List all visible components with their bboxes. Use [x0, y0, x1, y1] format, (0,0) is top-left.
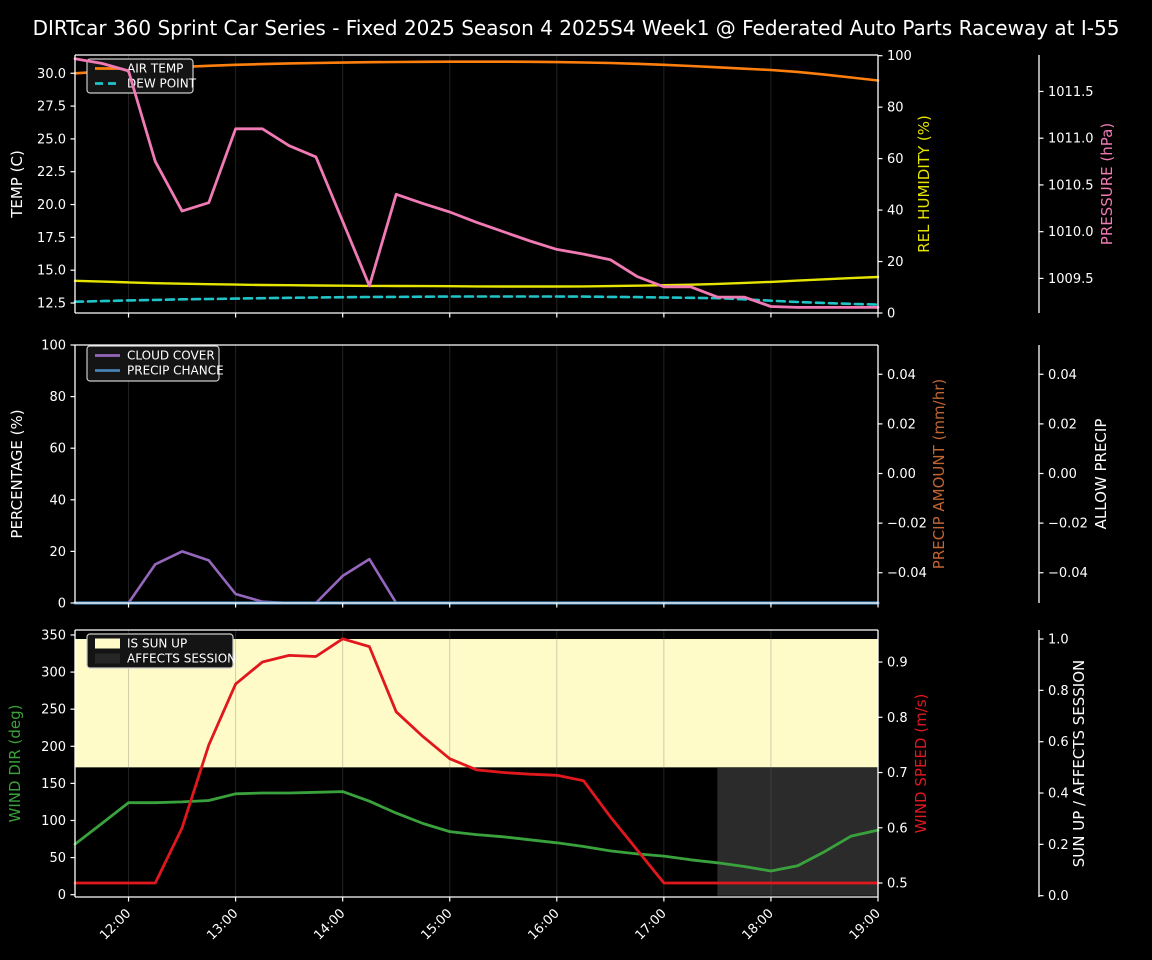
tick-label: 20 — [49, 545, 66, 560]
tick-label: 0.02 — [887, 417, 916, 432]
axis-pressure-hpa-: 1011.5 1011.0 1010.5 1010.0 1009.5 PRESSURE (… — [1039, 85, 1116, 287]
tick-label: 80 — [49, 390, 66, 405]
tick-label: 100 — [887, 49, 912, 64]
legend-label-is-sun-up: IS SUN UP — [127, 637, 187, 651]
legend-label-cloud-cover: CLOUD COVER — [127, 349, 215, 363]
tick-label: 1010.0 — [1048, 225, 1094, 240]
tick-label: 0.02 — [1048, 417, 1077, 432]
tick-label: 1010.5 — [1048, 178, 1094, 193]
axis-title: WIND DIR (deg) — [6, 705, 24, 823]
subplot-wind-sun: IS SUN UPAFFECTS SESSION 350 300 250 200 150 1… — [6, 628, 1088, 943]
forecast-charts: AIR TEMPDEW POINT 30.0 27.5 25.0 22.5 20.0 17.… — [6, 49, 1116, 943]
tick-label: 20.0 — [37, 198, 66, 213]
tick-label: 12.5 — [37, 297, 66, 312]
tick-label: 0.04 — [887, 368, 916, 383]
tick-label: 0.00 — [887, 467, 916, 482]
axis-precip-amount-mm-hr-: 0.04 0.02 0.00 −0.02 −0.04PRECIP AMOUNT (mm/… — [878, 368, 948, 581]
x-tick-label-14-00: 14:00 — [311, 906, 348, 943]
x-tick-label-13-00: 13:00 — [204, 906, 241, 943]
tick-label: 80 — [887, 101, 904, 116]
legend-swatch-affects-session — [95, 653, 120, 664]
tick-label: 100 — [41, 339, 66, 354]
x-tick-label-19-00: 19:00 — [847, 906, 884, 943]
series-line-pressure — [73, 57, 880, 309]
axis-temp-c-: 30.0 27.5 25.0 22.5 20.0 17.5 15.0 12.5 TEMP (C) — [8, 67, 75, 312]
axis-title: ALLOW PRECIP — [1092, 419, 1110, 530]
x-tick-label-12-00: 12:00 — [97, 906, 134, 943]
tick-label: 0.4 — [1048, 787, 1069, 802]
legend-label-air-temp: AIR TEMP — [127, 62, 183, 76]
x-tick-label-18-00: 18:00 — [740, 906, 777, 943]
tick-label: 0.00 — [1048, 467, 1077, 482]
tick-label: 1009.5 — [1048, 272, 1094, 287]
tick-label: 0.8 — [887, 711, 908, 726]
tick-label: 50 — [49, 851, 66, 866]
tick-label: 60 — [887, 152, 904, 167]
weather-forecast-figure: DIRTcar 360 Sprint Car Series - Fixed 20… — [0, 0, 1152, 960]
tick-label: 0.7 — [887, 766, 908, 781]
tick-label: 250 — [41, 703, 66, 718]
tick-label: 1.0 — [1048, 633, 1069, 648]
tick-label: 0.6 — [1048, 735, 1069, 750]
tick-label: 0.5 — [887, 877, 908, 892]
axis-wind-dir-deg-: 350 300 250 200 150 100 50 0 WIND DIR (deg) — [6, 628, 75, 903]
series-line-rel-humidity — [73, 275, 880, 288]
tick-label: −0.04 — [1048, 566, 1088, 581]
axis-rel-humidity-: 100 80 60 40 20 0 REL HUMIDITY (%) — [878, 49, 933, 322]
legend-label-dew-point: DEW POINT — [127, 77, 197, 91]
legend-label-affects-session: AFFECTS SESSION — [127, 652, 236, 666]
tick-label: 40 — [887, 204, 904, 219]
tick-label: 100 — [41, 814, 66, 829]
legend-swatch-is-sun-up — [95, 638, 120, 649]
axis-title: TEMP (C) — [8, 150, 26, 219]
tick-label: −0.04 — [887, 566, 927, 581]
axis-title: REL HUMIDITY (%) — [915, 115, 933, 253]
subplot-temp-humidity-pressure: AIR TEMPDEW POINT 30.0 27.5 25.0 22.5 20.0 17.… — [8, 49, 1116, 321]
axis-title: PRESSURE (hPa) — [1098, 123, 1116, 245]
tick-label: 0 — [887, 307, 895, 322]
tick-label: 0.2 — [1048, 838, 1069, 853]
tick-label: 0.8 — [1048, 684, 1069, 699]
tick-label: 150 — [41, 777, 66, 792]
tick-label: 60 — [49, 442, 66, 457]
tick-label: 0.6 — [887, 821, 908, 836]
series-line-cloud-cover — [73, 550, 880, 605]
tick-label: 200 — [41, 740, 66, 755]
tick-label: 1011.0 — [1048, 132, 1094, 147]
tick-label: 17.5 — [37, 231, 66, 246]
legend-label-precip-chance: PRECIP CHANCE — [127, 364, 224, 378]
axis-percentage-: 100 80 60 40 20 0 PERCENTAGE (%) — [8, 339, 75, 612]
tick-label: 20 — [887, 255, 904, 270]
tick-label: −0.02 — [1048, 517, 1088, 532]
tick-label: 0.04 — [1048, 368, 1077, 383]
tick-label: −0.02 — [887, 517, 927, 532]
tick-label: 0.0 — [1048, 889, 1069, 904]
axis-title: PERCENTAGE (%) — [8, 409, 26, 538]
tick-label: 300 — [41, 666, 66, 681]
fill-affects-session — [717, 767, 878, 896]
tick-label: 0.9 — [887, 656, 908, 671]
legend: IS SUN UPAFFECTS SESSION — [86, 633, 236, 669]
legend: CLOUD COVERPRECIP CHANCE — [86, 345, 224, 382]
axis-allow-precip: 0.04 0.02 0.00 −0.02 −0.04 ALLOW PRECIP — [1039, 368, 1110, 581]
tick-label: 1011.5 — [1048, 85, 1094, 100]
tick-label: 22.5 — [37, 165, 66, 180]
axis-title: PRECIP AMOUNT (mm/hr) — [930, 379, 948, 569]
tick-label: 27.5 — [37, 100, 66, 115]
axis-title: SUN UP / AFFECTS SESSION — [1070, 660, 1088, 868]
tick-label: 0 — [58, 597, 66, 612]
axis-sun-up-affects-session: 1.0 0.8 0.6 0.4 0.2 0.0 SUN UP / AFFECTS SESSI… — [1039, 633, 1088, 904]
tick-label: 350 — [41, 628, 66, 643]
x-tick-label-17-00: 17:00 — [633, 906, 670, 943]
x-tick-label-15-00: 15:00 — [418, 906, 455, 943]
tick-label: 30.0 — [37, 67, 66, 82]
tick-label: 0 — [58, 888, 66, 903]
subplot-cloud-precip: CLOUD COVERPRECIP CHANCE 100 80 60 40 20 0 PERC… — [8, 339, 1110, 612]
axis-title: WIND SPEED (m/s) — [912, 694, 930, 834]
x-tick-label-16-00: 16:00 — [526, 906, 563, 943]
tick-label: 40 — [49, 493, 66, 508]
tick-label: 25.0 — [37, 132, 66, 147]
axis-wind-speed-m-s-: 0.9 0.8 0.7 0.6 0.5 WIND SPEED (m/s) — [878, 656, 930, 892]
tick-label: 15.0 — [37, 264, 66, 279]
